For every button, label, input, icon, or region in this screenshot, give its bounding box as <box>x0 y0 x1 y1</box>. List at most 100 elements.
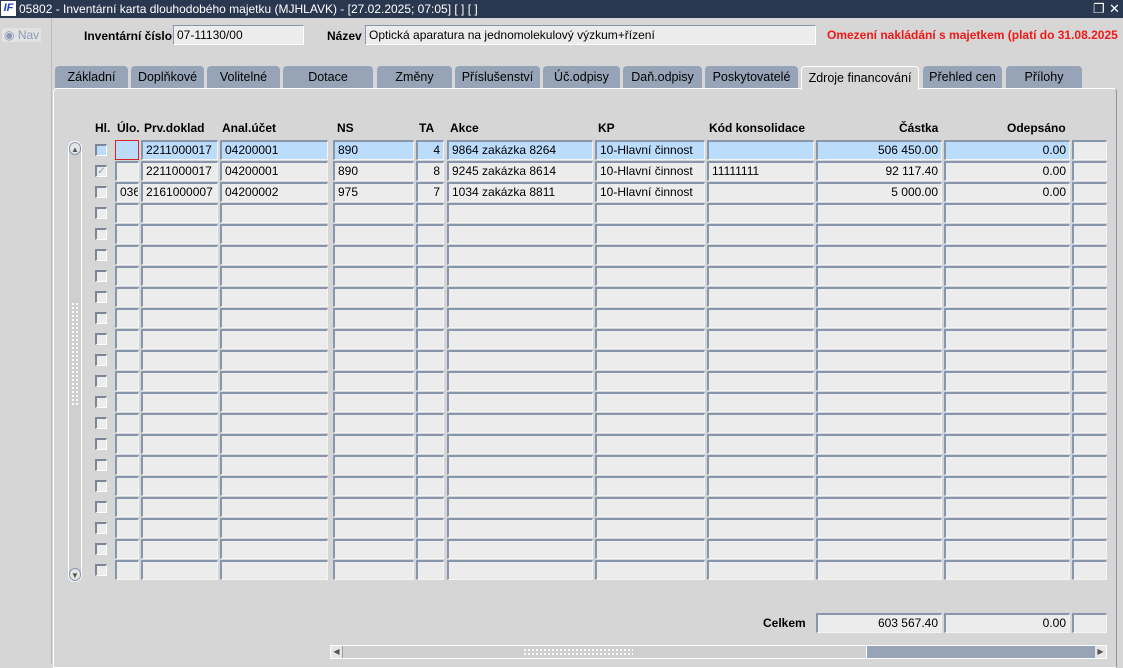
cell-prv[interactable] <box>141 350 218 370</box>
cell-akce[interactable]: 9864 zakázka 8264 <box>447 140 593 160</box>
cell-akce[interactable] <box>447 392 593 412</box>
hl-checkbox[interactable] <box>95 186 107 198</box>
cell-castka[interactable]: 506 450.00 <box>816 140 942 160</box>
cell-ta[interactable] <box>416 287 444 307</box>
cell-ulo[interactable] <box>115 539 139 559</box>
cell-akce[interactable]: 9245 zakázka 8614 <box>447 161 593 181</box>
cell-kp[interactable] <box>595 476 705 496</box>
cell-kp[interactable] <box>595 224 705 244</box>
cell-odepsano[interactable] <box>944 392 1070 412</box>
cell-ulo[interactable] <box>115 308 139 328</box>
cell-kp[interactable] <box>595 308 705 328</box>
cell-ulo[interactable] <box>115 203 139 223</box>
cell-castka[interactable] <box>816 287 942 307</box>
cell-ta[interactable] <box>416 224 444 244</box>
cell-ulo[interactable] <box>115 140 139 160</box>
cell-anal[interactable] <box>220 308 328 328</box>
hl-checkbox[interactable] <box>95 207 107 219</box>
cell-prv[interactable] <box>141 518 218 538</box>
cell-extra[interactable] <box>1072 308 1107 328</box>
cell-anal[interactable] <box>220 392 328 412</box>
cell-kod[interactable] <box>707 413 814 433</box>
cell-extra[interactable] <box>1072 413 1107 433</box>
cell-extra[interactable] <box>1072 182 1107 202</box>
cell-castka[interactable] <box>816 455 942 475</box>
cell-anal[interactable] <box>220 497 328 517</box>
cell-akce[interactable] <box>447 350 593 370</box>
cell-prv[interactable] <box>141 329 218 349</box>
hl-checkbox[interactable] <box>95 228 107 240</box>
cell-prv[interactable] <box>141 266 218 286</box>
cell-ulo[interactable] <box>115 266 139 286</box>
hl-checkbox[interactable]: ✓ <box>95 165 107 177</box>
cell-prv[interactable] <box>141 497 218 517</box>
cell-prv[interactable] <box>141 434 218 454</box>
cell-kp[interactable] <box>595 203 705 223</box>
cell-odepsano[interactable] <box>944 476 1070 496</box>
cell-ta[interactable] <box>416 308 444 328</box>
cell-extra[interactable] <box>1072 476 1107 496</box>
cell-extra[interactable] <box>1072 245 1107 265</box>
cell-ta[interactable]: 7 <box>416 182 444 202</box>
cell-prv[interactable] <box>141 203 218 223</box>
cell-ta[interactable] <box>416 329 444 349</box>
close-icon[interactable]: ✕ <box>1109 0 1120 18</box>
cell-castka[interactable] <box>816 371 942 391</box>
cell-odepsano[interactable] <box>944 434 1070 454</box>
cell-ns[interactable] <box>333 350 414 370</box>
cell-castka[interactable] <box>816 434 942 454</box>
cell-ulo[interactable] <box>115 413 139 433</box>
cell-ta[interactable] <box>416 518 444 538</box>
cell-castka[interactable] <box>816 224 942 244</box>
hl-checkbox[interactable] <box>95 564 107 576</box>
cell-odepsano[interactable] <box>944 350 1070 370</box>
cell-ta[interactable]: 8 <box>416 161 444 181</box>
cell-kp[interactable] <box>595 518 705 538</box>
hl-checkbox[interactable] <box>95 354 107 366</box>
cell-akce[interactable] <box>447 539 593 559</box>
cell-anal[interactable] <box>220 560 328 580</box>
cell-kod[interactable] <box>707 371 814 391</box>
cell-anal[interactable] <box>220 539 328 559</box>
hl-checkbox[interactable] <box>95 375 107 387</box>
cell-kod[interactable] <box>707 266 814 286</box>
cell-extra[interactable] <box>1072 287 1107 307</box>
hl-checkbox[interactable] <box>95 249 107 261</box>
cell-akce[interactable] <box>447 245 593 265</box>
cell-ns[interactable] <box>333 392 414 412</box>
cell-prv[interactable] <box>141 287 218 307</box>
hl-checkbox[interactable] <box>95 543 107 555</box>
cell-extra[interactable] <box>1072 329 1107 349</box>
cell-ta[interactable] <box>416 350 444 370</box>
cell-ns[interactable] <box>333 539 414 559</box>
cell-kp[interactable]: 10-Hlavní činnost <box>595 182 705 202</box>
cell-odepsano[interactable] <box>944 329 1070 349</box>
cell-akce[interactable] <box>447 203 593 223</box>
cell-ulo[interactable] <box>115 434 139 454</box>
cell-kp[interactable] <box>595 350 705 370</box>
cell-ta[interactable] <box>416 497 444 517</box>
cell-anal[interactable] <box>220 455 328 475</box>
cell-castka[interactable] <box>816 350 942 370</box>
cell-odepsano[interactable]: 0.00 <box>944 182 1070 202</box>
scroll-right-icon[interactable]: ▶ <box>1095 646 1106 658</box>
cell-extra[interactable] <box>1072 350 1107 370</box>
cell-kod[interactable] <box>707 560 814 580</box>
cell-akce[interactable] <box>447 455 593 475</box>
tab-2[interactable]: Volitelné <box>207 66 280 89</box>
cell-odepsano[interactable]: 0.00 <box>944 161 1070 181</box>
cell-kp[interactable] <box>595 245 705 265</box>
cell-odepsano[interactable] <box>944 539 1070 559</box>
cell-extra[interactable] <box>1072 518 1107 538</box>
cell-ns[interactable] <box>333 329 414 349</box>
cell-castka[interactable] <box>816 476 942 496</box>
cell-odepsano[interactable] <box>944 287 1070 307</box>
cell-odepsano[interactable] <box>944 371 1070 391</box>
cell-ulo[interactable] <box>115 287 139 307</box>
cell-akce[interactable] <box>447 371 593 391</box>
cell-prv[interactable] <box>141 455 218 475</box>
cell-odepsano[interactable] <box>944 497 1070 517</box>
scroll-down-icon[interactable]: ▼ <box>69 568 81 581</box>
cell-ns[interactable]: 890 <box>333 140 414 160</box>
cell-ta[interactable] <box>416 371 444 391</box>
